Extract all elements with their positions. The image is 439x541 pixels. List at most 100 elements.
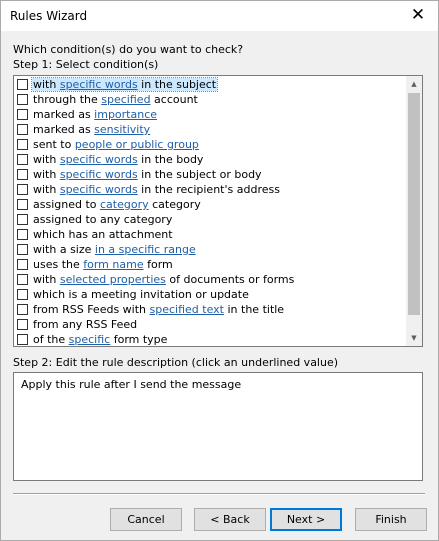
condition-label: which has an attachment bbox=[32, 228, 174, 241]
condition-label: which is a meeting invitation or update bbox=[32, 288, 250, 301]
condition-row[interactable]: with specific words in the subject bbox=[14, 77, 407, 92]
condition-row[interactable]: through the specified account bbox=[14, 92, 407, 107]
condition-label: assigned to category category bbox=[32, 198, 202, 211]
condition-checkbox[interactable] bbox=[17, 169, 28, 180]
condition-row[interactable]: from RSS Feeds with specified text in th… bbox=[14, 302, 407, 317]
condition-label: from any RSS Feed bbox=[32, 318, 138, 331]
condition-checkbox[interactable] bbox=[17, 94, 28, 105]
condition-text: from any RSS Feed bbox=[33, 318, 138, 331]
condition-label: through the specified account bbox=[32, 93, 199, 106]
condition-row[interactable]: with specific words in the body bbox=[14, 152, 407, 167]
condition-value-link[interactable]: specified bbox=[101, 93, 150, 106]
rules-wizard-window: Rules Wizard ✕ Which condition(s) do you… bbox=[0, 0, 439, 541]
condition-row[interactable]: which is a meeting invitation or update bbox=[14, 287, 407, 302]
condition-value-link[interactable]: category bbox=[100, 198, 149, 211]
condition-checkbox[interactable] bbox=[17, 154, 28, 165]
condition-value-link[interactable]: specific words bbox=[60, 183, 138, 196]
condition-text: which has an attachment bbox=[33, 228, 173, 241]
condition-text: with bbox=[33, 183, 60, 196]
condition-text: with bbox=[33, 78, 60, 91]
condition-checkbox[interactable] bbox=[17, 259, 28, 270]
condition-text: in the title bbox=[224, 303, 285, 316]
cancel-button[interactable]: Cancel bbox=[110, 508, 182, 531]
scroll-up-arrow-icon[interactable]: ▲ bbox=[406, 76, 422, 92]
condition-text: in the recipient's address bbox=[137, 183, 280, 196]
condition-value-link[interactable]: importance bbox=[94, 108, 157, 121]
condition-row[interactable]: assigned to category category bbox=[14, 197, 407, 212]
condition-value-link[interactable]: form name bbox=[83, 258, 143, 271]
condition-label: with specific words in the subject bbox=[30, 77, 219, 92]
condition-value-link[interactable]: selected properties bbox=[60, 273, 166, 286]
condition-value-link[interactable]: specific words bbox=[60, 153, 138, 166]
condition-value-link[interactable]: specified text bbox=[150, 303, 224, 316]
condition-checkbox[interactable] bbox=[17, 79, 28, 90]
condition-text: of documents or forms bbox=[165, 273, 295, 286]
condition-label: marked as sensitivity bbox=[32, 123, 151, 136]
condition-checkbox[interactable] bbox=[17, 139, 28, 150]
condition-row[interactable]: with selected properties of documents or… bbox=[14, 272, 407, 287]
condition-checkbox[interactable] bbox=[17, 289, 28, 300]
back-button[interactable]: < Back bbox=[194, 508, 266, 531]
condition-value-link[interactable]: in a specific range bbox=[95, 243, 196, 256]
condition-row[interactable]: marked as importance bbox=[14, 107, 407, 122]
condition-checkbox[interactable] bbox=[17, 334, 28, 345]
condition-checkbox[interactable] bbox=[17, 184, 28, 195]
condition-text: with bbox=[33, 153, 60, 166]
step2-label: Step 2: Edit the rule description (click… bbox=[13, 356, 339, 369]
condition-checkbox[interactable] bbox=[17, 229, 28, 240]
condition-checkbox[interactable] bbox=[17, 214, 28, 225]
condition-text: with a size bbox=[33, 243, 95, 256]
condition-row[interactable]: from any RSS Feed bbox=[14, 317, 407, 332]
condition-checkbox[interactable] bbox=[17, 274, 28, 285]
next-button[interactable]: Next > bbox=[270, 508, 342, 531]
condition-label: with selected properties of documents or… bbox=[32, 273, 295, 286]
condition-checkbox[interactable] bbox=[17, 244, 28, 255]
condition-value-link[interactable]: specific words bbox=[60, 168, 138, 181]
condition-label: marked as importance bbox=[32, 108, 158, 121]
condition-checkbox[interactable] bbox=[17, 124, 28, 135]
condition-text: marked as bbox=[33, 108, 95, 121]
finish-button[interactable]: Finish bbox=[355, 508, 427, 531]
condition-row[interactable]: marked as sensitivity bbox=[14, 122, 407, 137]
condition-checkbox[interactable] bbox=[17, 199, 28, 210]
condition-row[interactable]: uses the form name form bbox=[14, 257, 407, 272]
condition-row[interactable]: with a size in a specific range bbox=[14, 242, 407, 257]
condition-text: form type bbox=[110, 333, 168, 346]
condition-text: sent to bbox=[33, 138, 75, 151]
condition-row[interactable]: sent to people or public group bbox=[14, 137, 407, 152]
condition-label: with specific words in the body bbox=[32, 153, 204, 166]
condition-row[interactable]: which has an attachment bbox=[14, 227, 407, 242]
conditions-list[interactable]: with specific words in the subject throug… bbox=[13, 75, 423, 347]
rule-description-text: Apply this rule after I send the message bbox=[21, 378, 242, 391]
condition-label: of the specific form type bbox=[32, 333, 168, 346]
conditions-scrollbar[interactable]: ▲ ▼ bbox=[406, 76, 422, 346]
condition-checkbox[interactable] bbox=[17, 319, 28, 330]
scrollbar-thumb[interactable] bbox=[408, 93, 420, 315]
condition-text: form bbox=[143, 258, 173, 271]
condition-checkbox[interactable] bbox=[17, 304, 28, 315]
condition-value-link[interactable]: specific bbox=[69, 333, 111, 346]
condition-text: in the body bbox=[137, 153, 204, 166]
rule-description-box[interactable]: Apply this rule after I send the message bbox=[13, 372, 423, 481]
condition-label: with a size in a specific range bbox=[32, 243, 197, 256]
condition-text: which is a meeting invitation or update bbox=[33, 288, 249, 301]
condition-row[interactable]: with specific words in the recipient's a… bbox=[14, 182, 407, 197]
condition-row[interactable]: of the specific form type bbox=[14, 332, 407, 346]
condition-text: marked as bbox=[33, 123, 95, 136]
window-title: Rules Wizard bbox=[10, 9, 88, 23]
question-label: Which condition(s) do you want to check? bbox=[13, 43, 244, 56]
condition-text: uses the bbox=[33, 258, 84, 271]
condition-label: sent to people or public group bbox=[32, 138, 200, 151]
condition-value-link[interactable]: people or public group bbox=[75, 138, 199, 151]
condition-label: with specific words in the subject or bo… bbox=[32, 168, 263, 181]
button-separator bbox=[13, 493, 425, 495]
condition-row[interactable]: assigned to any category bbox=[14, 212, 407, 227]
condition-value-link[interactable]: sensitivity bbox=[94, 123, 150, 136]
close-icon[interactable]: ✕ bbox=[408, 5, 428, 25]
condition-row[interactable]: with specific words in the subject or bo… bbox=[14, 167, 407, 182]
condition-checkbox[interactable] bbox=[17, 109, 28, 120]
condition-label: assigned to any category bbox=[32, 213, 173, 226]
condition-value-link[interactable]: specific words bbox=[60, 78, 138, 91]
scroll-down-arrow-icon[interactable]: ▼ bbox=[406, 330, 422, 346]
condition-label: uses the form name form bbox=[32, 258, 174, 271]
